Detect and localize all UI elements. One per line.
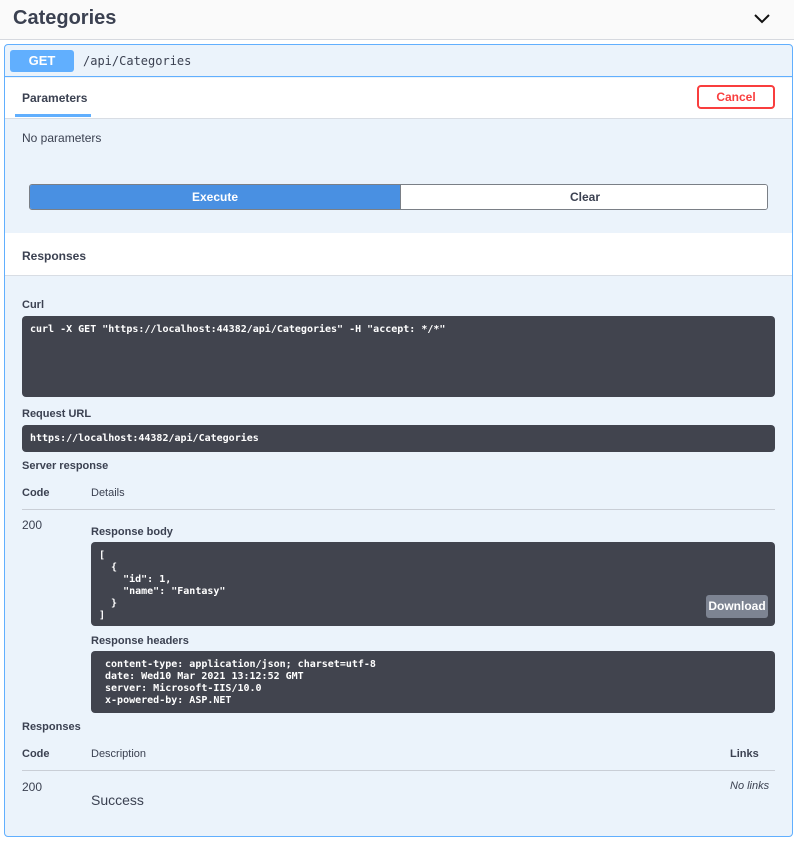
responses-links-header: Links — [730, 748, 759, 760]
header-divider — [22, 509, 775, 510]
table-row-description: Success — [91, 792, 144, 808]
no-parameters-text: No parameters — [22, 131, 102, 145]
operation-summary[interactable]: GET /api/Categories — [5, 45, 792, 77]
download-button[interactable]: Download — [706, 595, 768, 618]
status-code: 200 — [22, 518, 43, 532]
response-body-label: Response body — [91, 526, 173, 538]
request-url[interactable]: https://localhost:44382/api/Categories — [22, 425, 775, 452]
server-response-label: Server response — [22, 460, 109, 472]
tag-title: Categories — [13, 7, 117, 29]
parameters-header: Parameters Cancel — [5, 78, 792, 119]
responses-header: Responses — [5, 233, 792, 276]
responses-code-header: Code — [22, 748, 50, 760]
response-body[interactable]: [ { "id": 1, "name": "Fantasy" } ] — [91, 542, 775, 626]
operation-block: GET /api/Categories Parameters Cancel No… — [4, 44, 793, 837]
tab-active-indicator — [15, 114, 91, 117]
execute-button-group: Execute Clear — [29, 184, 768, 210]
table-row-links: No links — [730, 780, 770, 792]
curl-label: Curl — [22, 299, 44, 311]
responses-description-header: Description — [91, 748, 147, 760]
clear-button[interactable]: Clear — [400, 185, 767, 209]
responses-divider — [22, 770, 775, 771]
response-headers[interactable]: content-type: application/json; charset=… — [91, 651, 775, 713]
response-headers-label: Response headers — [91, 635, 189, 647]
method-badge: GET — [10, 50, 74, 72]
chevron-down-icon[interactable] — [753, 11, 771, 25]
code-column-header: Code — [22, 487, 50, 499]
tab-parameters[interactable]: Parameters — [22, 91, 87, 105]
curl-command[interactable]: curl -X GET "https://localhost:44382/api… — [22, 316, 775, 397]
cancel-button[interactable]: Cancel — [697, 85, 775, 109]
request-url-label: Request URL — [22, 408, 92, 420]
responses-table-title: Responses — [22, 721, 81, 733]
operation-path: /api/Categories — [83, 54, 192, 68]
execute-button[interactable]: Execute — [30, 185, 400, 209]
table-row-code: 200 — [22, 780, 43, 794]
details-column-header: Details — [91, 487, 125, 499]
responses-title: Responses — [22, 249, 87, 263]
tag-header[interactable]: Categories — [0, 0, 794, 40]
